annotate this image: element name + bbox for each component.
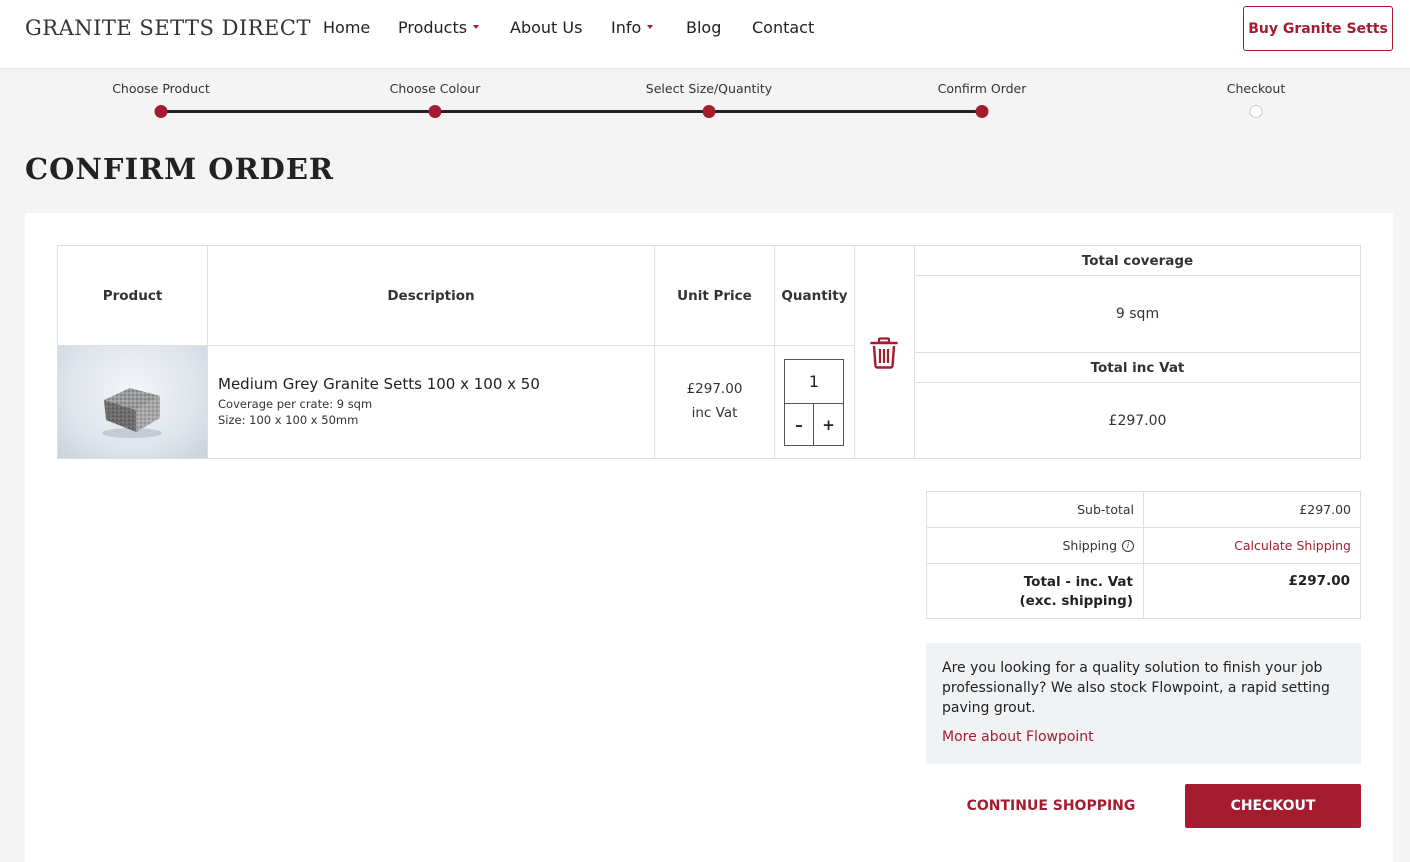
total-inc-vat-label: Total inc Vat <box>914 352 1361 383</box>
promo-text: Are you looking for a quality solution t… <box>942 660 1330 716</box>
header-product: Product <box>57 245 208 346</box>
page-title: CONFIRM ORDER <box>25 152 335 186</box>
progress-line <box>161 110 982 113</box>
total-label-line1: Total - inc. Vat <box>1023 574 1133 590</box>
total-inc-vat-value: £297.00 <box>914 382 1361 459</box>
nav-contact[interactable]: Contact <box>752 18 814 37</box>
total-coverage-value: 9 sqm <box>914 275 1361 353</box>
nav-blog[interactable]: Blog <box>686 18 721 37</box>
step-dot-choose-product[interactable] <box>154 105 168 118</box>
step-dot-checkout <box>1249 105 1263 118</box>
step-dot-select-size[interactable] <box>702 105 716 118</box>
more-about-flowpoint-link[interactable]: More about Flowpoint <box>942 729 1094 745</box>
nav-info[interactable]: Info <box>611 18 654 37</box>
flowpoint-promo: Are you looking for a quality solution t… <box>926 643 1361 764</box>
price-cell <box>654 345 775 459</box>
step-label-select-size: Select Size/Quantity <box>645 81 773 96</box>
site-header: GRANITE SETTS DIRECT Home Products About… <box>0 0 1410 69</box>
unit-price-note: inc Vat <box>691 405 738 421</box>
calculate-shipping-link[interactable]: Calculate Shipping <box>1234 538 1351 553</box>
nav-about-label: About Us <box>510 18 583 37</box>
shipping-value-cell: Calculate Shipping <box>1143 527 1361 564</box>
subtotal-value: £297.00 <box>1143 491 1361 528</box>
quantity-input[interactable]: 1 <box>785 360 843 404</box>
step-label-checkout: Checkout <box>1226 81 1286 96</box>
nav-about-us[interactable]: About Us <box>510 18 582 37</box>
subtotal-label: Sub-total <box>926 491 1144 528</box>
nav-home[interactable]: Home <box>323 18 370 37</box>
unit-price: £297.00 <box>686 381 743 397</box>
header-unit-price: Unit Price <box>654 245 775 346</box>
checkout-button[interactable]: CHECKOUT <box>1185 784 1361 828</box>
total-label-cell: Total - inc. Vat (exc. shipping) <box>926 563 1144 619</box>
order-progress: Choose Product Choose Colour Select Size… <box>0 70 1410 130</box>
total-value-cell: £297.00 <box>1143 563 1361 619</box>
step-label-confirm-order: Confirm Order <box>937 81 1027 96</box>
quantity-increase-button[interactable]: + <box>814 404 843 445</box>
shipping-label: Shipping <box>1062 538 1117 553</box>
step-dot-choose-colour[interactable] <box>428 105 442 118</box>
caret-down-icon <box>647 24 654 29</box>
total-coverage-label: Total coverage <box>914 245 1361 276</box>
nav-home-label: Home <box>323 18 371 37</box>
header-description: Description <box>207 245 655 346</box>
granite-sett-icon <box>102 388 162 438</box>
shipping-label-cell: Shipping i <box>926 527 1144 564</box>
nav-products-label: Products <box>398 18 468 37</box>
trash-icon[interactable] <box>870 337 898 369</box>
continue-shopping-button[interactable]: CONTINUE SHOPPING <box>951 785 1151 827</box>
caret-down-icon <box>473 24 480 29</box>
quantity-stepper: 1 – + <box>784 359 844 446</box>
info-icon[interactable]: i <box>1122 539 1134 552</box>
nav-products[interactable]: Products <box>398 18 480 37</box>
step-label-choose-product: Choose Product <box>112 81 210 96</box>
nav-info-label: Info <box>611 18 642 37</box>
buy-granite-setts-button[interactable]: Buy Granite Setts <box>1243 6 1393 51</box>
product-size: Size: 100 x 100 x 50mm <box>218 413 359 427</box>
total-value: £297.00 <box>1288 573 1351 589</box>
quantity-decrease-button[interactable]: – <box>785 404 814 445</box>
granite-sett-image <box>58 346 207 458</box>
step-label-choose-colour: Choose Colour <box>389 81 481 96</box>
product-name: Medium Grey Granite Setts 100 x 100 x 50 <box>218 375 540 393</box>
header-quantity: Quantity <box>774 245 855 346</box>
product-coverage: Coverage per crate: 9 sqm <box>218 397 373 411</box>
nav-contact-label: Contact <box>752 18 815 37</box>
site-logo[interactable]: GRANITE SETTS DIRECT <box>25 16 311 40</box>
total-label-line2: (exc. shipping) <box>1019 593 1133 609</box>
step-dot-confirm-order[interactable] <box>975 105 989 118</box>
nav-blog-label: Blog <box>686 18 722 37</box>
